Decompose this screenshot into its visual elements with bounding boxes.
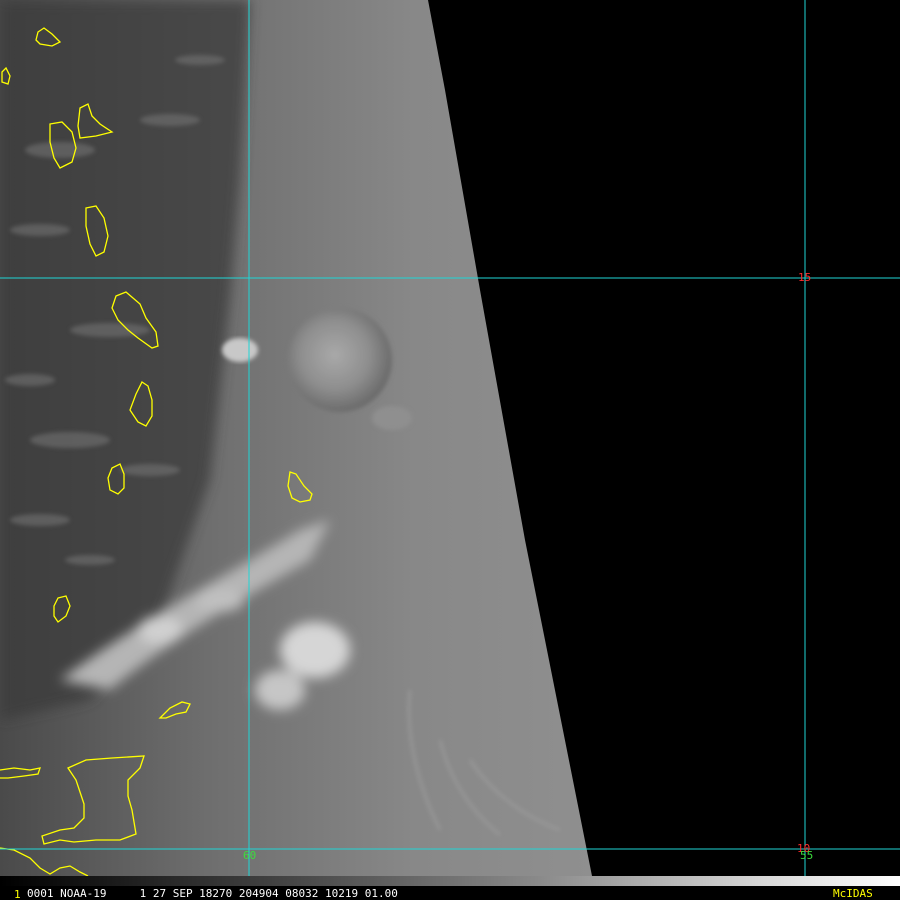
longitude-label-60: 60	[243, 849, 257, 862]
satellite-image-viewer: 15 10 60 55 0001 NOAA-19 1 27 SEP 18270 …	[0, 0, 900, 900]
cursor-marker: 1	[14, 888, 21, 900]
satellite-scene	[0, 0, 900, 876]
info-strip: 0001 NOAA-19 1 27 SEP 18270 204904 08032…	[0, 876, 900, 900]
mcidas-logo-text: McIDAS	[833, 887, 873, 900]
grayscale-calibration-bar	[0, 876, 900, 886]
longitude-label-55: 55	[800, 849, 814, 862]
status-bar: 0001 NOAA-19 1 27 SEP 18270 204904 08032…	[0, 886, 900, 900]
image-metadata-text: 0001 NOAA-19 1 27 SEP 18270 204904 08032…	[27, 887, 398, 900]
latitude-label-15: 15	[798, 271, 812, 284]
